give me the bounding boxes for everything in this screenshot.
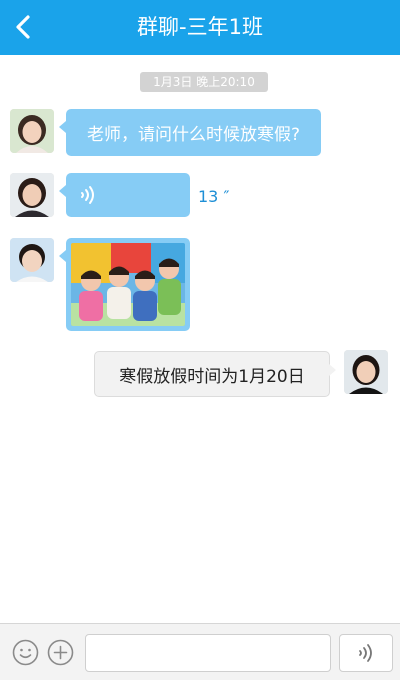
message-bubble-outgoing[interactable]: 寒假放假时间为1月20日: [94, 351, 336, 397]
message-text: 寒假放假时间为1月20日: [119, 366, 305, 387]
smiley-icon: [12, 639, 39, 666]
photo-icon: [71, 243, 185, 326]
image-message[interactable]: [59, 238, 190, 331]
message-input[interactable]: [85, 634, 331, 672]
voice-input-button[interactable]: [339, 634, 393, 672]
message-timestamp: 1月3日 晚上20:10: [140, 72, 268, 92]
avatar[interactable]: [10, 109, 54, 153]
input-bar: [0, 623, 400, 680]
avatar[interactable]: [344, 350, 388, 394]
voice-wave-icon: [81, 186, 94, 204]
emoji-button[interactable]: [12, 639, 39, 666]
voice-wave-icon: [359, 644, 372, 662]
avatar[interactable]: [10, 173, 54, 217]
message-text: 老师，请问什么时候放寒假?: [86, 125, 301, 145]
plus-circle-icon: [47, 639, 74, 666]
top-bar: 群聊-三年1班: [0, 0, 400, 55]
message-bubble-incoming[interactable]: 老师，请问什么时候放寒假?: [59, 109, 321, 156]
add-attachment-button[interactable]: [47, 639, 74, 666]
chat-title: 群聊-三年1班: [137, 15, 263, 39]
voice-duration: 13 ″: [198, 187, 230, 206]
avatar[interactable]: [10, 238, 54, 282]
chat-area[interactable]: 1月3日 晚上20:10 老师，请问什么时候放寒假? 13 ″ 寒假放假时间为1…: [0, 55, 400, 623]
voice-message-bubble[interactable]: [59, 173, 190, 217]
